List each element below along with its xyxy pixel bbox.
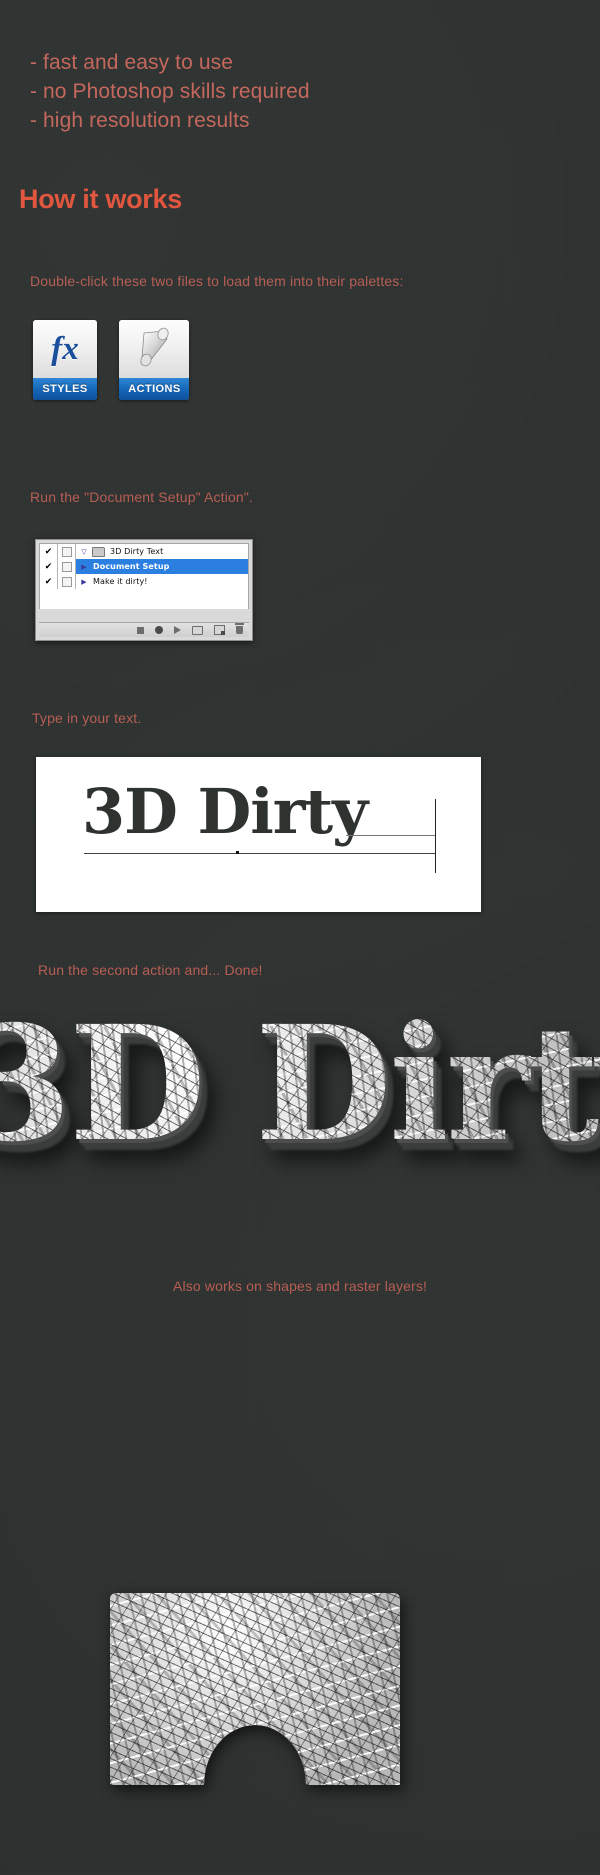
actions-row-set[interactable]: ✔ ▽ 3D Dirty Text <box>40 544 248 559</box>
stop-button[interactable] <box>137 626 144 634</box>
step-label-run-action: Run the "Document Setup" Action". <box>30 489 253 505</box>
disclosure-triangle-icon[interactable]: ▶ <box>76 563 92 571</box>
actions-row-document-setup[interactable]: ✔ ▶ Document Setup <box>40 559 248 574</box>
step-label-second-action: Run the second action and... Done! <box>38 962 263 978</box>
actions-row-label: Make it dirty! <box>93 577 148 586</box>
feature-item: - no Photoshop skills required <box>30 80 310 103</box>
feature-item: - high resolution results <box>30 109 250 132</box>
actions-row-label: 3D Dirty Text <box>110 547 164 556</box>
toggle-dialog-checkbox[interactable] <box>58 559 76 574</box>
toggle-item-checkbox[interactable]: ✔ <box>40 574 58 589</box>
feature-item: - fast and easy to use <box>30 51 233 74</box>
scroll-icon-svg <box>140 327 170 367</box>
play-button[interactable] <box>174 626 181 634</box>
actions-panel-toolbar[interactable] <box>39 622 249 637</box>
record-button[interactable] <box>155 626 163 634</box>
result-preview: 3D Dirty <box>0 1000 600 1235</box>
step-label-double-click: Double-click these two files to load the… <box>30 273 404 289</box>
textured-arch-shape <box>110 1593 400 1785</box>
delete-button[interactable] <box>235 623 244 634</box>
actions-file-icon[interactable]: ACTIONS <box>119 320 190 400</box>
actions-list-empty-area <box>40 589 248 609</box>
disclosure-triangle-icon[interactable]: ▽ <box>76 548 92 556</box>
photoshop-file-icons: fx STYLES ACTIONS <box>33 320 190 400</box>
text-canvas[interactable]: 3D Dirty <box>36 757 481 912</box>
actions-row-make-it-dirty[interactable]: ✔ ▶ Make it dirty! <box>40 574 248 589</box>
text-cursor <box>435 799 436 873</box>
folder-icon <box>92 546 105 557</box>
styles-file-icon[interactable]: fx STYLES <box>33 320 97 400</box>
text-anchor-point <box>236 851 239 854</box>
scroll-icon <box>119 320 190 378</box>
actions-panel[interactable]: ✔ ▽ 3D Dirty Text ✔ ▶ Document Setup ✔ ▶… <box>35 539 253 641</box>
toggle-dialog-checkbox[interactable] <box>58 544 76 559</box>
fx-icon: fx <box>33 320 97 378</box>
toggle-item-checkbox[interactable]: ✔ <box>40 559 58 574</box>
toggle-dialog-checkbox[interactable] <box>58 574 76 589</box>
styles-file-caption: STYLES <box>33 378 97 400</box>
arch-shape-preview <box>110 1593 400 1785</box>
step-label-shapes-note: Also works on shapes and raster layers! <box>172 1278 428 1294</box>
toggle-item-checkbox[interactable]: ✔ <box>40 544 58 559</box>
page-title: How it works <box>19 184 182 214</box>
actions-row-label: Document Setup <box>93 562 170 571</box>
actions-list[interactable]: ✔ ▽ 3D Dirty Text ✔ ▶ Document Setup ✔ ▶… <box>39 543 249 609</box>
result-text: 3D Dirty <box>0 1006 600 1164</box>
canvas-text: 3D Dirty <box>82 775 368 848</box>
step-label-type-text: Type in your text. <box>32 710 142 726</box>
feature-list: - fast and easy to use - no Photoshop sk… <box>30 48 310 135</box>
new-action-button[interactable] <box>214 625 225 635</box>
disclosure-triangle-icon[interactable]: ▶ <box>76 578 92 586</box>
text-baseline-guide <box>84 853 436 854</box>
new-set-button[interactable] <box>192 625 203 635</box>
fx-glyph: fx <box>51 330 79 367</box>
actions-file-caption: ACTIONS <box>119 378 190 400</box>
text-bounding-guide <box>346 835 436 836</box>
